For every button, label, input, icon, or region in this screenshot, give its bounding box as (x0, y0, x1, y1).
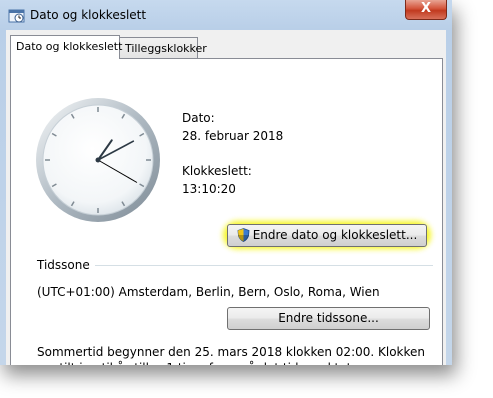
time-label: Klokkeslett: (182, 164, 252, 178)
change-timezone-button[interactable]: Endre tidssone... (227, 307, 430, 330)
close-icon: X (420, 1, 432, 16)
close-button[interactable]: X (405, 0, 447, 20)
timezone-value: (UTC+01:00) Amsterdam, Berlin, Bern, Osl… (37, 285, 380, 299)
analog-clock (36, 98, 160, 222)
dst-note: Sommertid begynner den 25. mars 2018 klo… (37, 345, 426, 365)
change-date-time-label: Endre dato og klokkeslett... (252, 228, 418, 242)
tab-panel: Dato: 28. februar 2018 Klokkeslett: 13:1… (10, 58, 443, 365)
timezone-divider (95, 265, 433, 266)
date-label: Dato: (182, 111, 215, 125)
date-value: 28. februar 2018 (182, 129, 284, 143)
date-time-icon (8, 9, 25, 23)
uac-shield-icon (237, 228, 250, 242)
change-timezone-label: Endre tidssone... (278, 311, 379, 325)
window-title: Dato og klokkeslett (30, 8, 147, 22)
timezone-group-label: Tidssone (37, 258, 90, 272)
dialog-client-area: Dato og klokkeslett Tilleggsklokker Dato… (6, 30, 446, 365)
change-date-time-button[interactable]: Endre dato og klokkeslett... (227, 224, 427, 247)
date-time-dialog: Dato og klokkeslett X Dato og klokkeslet… (0, 0, 452, 365)
tab-additional-clocks[interactable]: Tilleggsklokker (120, 37, 207, 59)
time-value: 13:10:20 (182, 182, 236, 196)
tab-date-time[interactable]: Dato og klokkeslett (10, 35, 122, 59)
title-bar[interactable]: Dato og klokkeslett X (0, 0, 452, 30)
